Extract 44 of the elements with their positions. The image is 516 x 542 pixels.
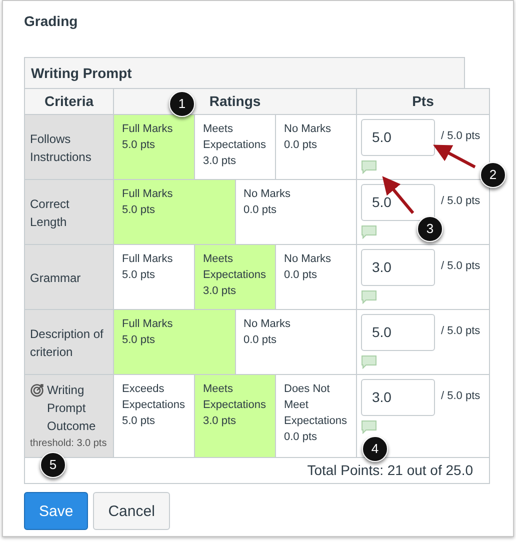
max-points: / 5.0 pts [441, 130, 480, 142]
panel-title: Grading [24, 13, 79, 31]
criterion-name: Follows Instructions [30, 131, 92, 166]
callout-marker: 2 [480, 162, 506, 188]
points-field[interactable]: 3.0 [361, 249, 435, 286]
comment-icon[interactable] [361, 225, 377, 239]
rating-option[interactable]: Full Marks 5.0 pts [114, 180, 236, 244]
comment-icon[interactable] [361, 160, 377, 174]
cancel-button[interactable]: Cancel [93, 492, 170, 530]
target-icon [30, 383, 44, 397]
rating-option[interactable]: No Marks 0.0 pts [276, 115, 356, 179]
rating-option[interactable]: Does Not Meet Expectations 0.0 pts [276, 375, 356, 457]
threshold-text: threshold: 3.0 pts [30, 437, 108, 451]
comment-icon[interactable] [361, 355, 377, 369]
criterion-name: Grammar [30, 270, 81, 287]
max-points: / 5.0 pts [441, 325, 480, 337]
max-points: / 5.0 pts [441, 390, 480, 402]
callout-marker: 5 [40, 452, 66, 478]
comment-icon[interactable] [361, 290, 377, 304]
rating-option[interactable]: No Marks 0.0 pts [236, 180, 356, 244]
rating-option[interactable]: Full Marks 5.0 pts [114, 310, 236, 374]
callout-marker: 4 [362, 436, 388, 462]
points-field[interactable]: 3.0 [361, 379, 435, 416]
callout-marker: 3 [417, 216, 443, 242]
points-field[interactable]: 5.0 [361, 119, 435, 156]
rating-option[interactable]: No Marks 0.0 pts [276, 245, 356, 309]
rating-option[interactable]: Meets Expectations 3.0 pts [195, 375, 276, 457]
points-field[interactable]: 5.0 [361, 314, 435, 351]
rubric-title: Writing Prompt [24, 57, 465, 88]
max-points: / 5.0 pts [441, 195, 480, 207]
rating-option[interactable]: Meets Expectations 3.0 pts [195, 115, 276, 179]
arrow [433, 144, 476, 168]
criterion-name: Correct Length [30, 196, 70, 231]
max-points: / 5.0 pts [441, 260, 480, 272]
column-header: Pts [357, 89, 489, 114]
column-header: Criteria [25, 89, 114, 114]
total-points: Total Points: 21 out of 25.0 [307, 462, 473, 478]
criterion-name: Writing Prompt Outcome [47, 382, 97, 435]
save-button[interactable]: Save [24, 492, 88, 530]
rating-option[interactable]: Meets Expectations 3.0 pts [195, 245, 276, 309]
rating-option[interactable]: No Marks 0.0 pts [236, 310, 356, 374]
criterion-name: Description of criterion [30, 326, 104, 361]
rating-option[interactable]: Full Marks 5.0 pts [114, 115, 195, 179]
comment-icon[interactable] [361, 420, 377, 434]
